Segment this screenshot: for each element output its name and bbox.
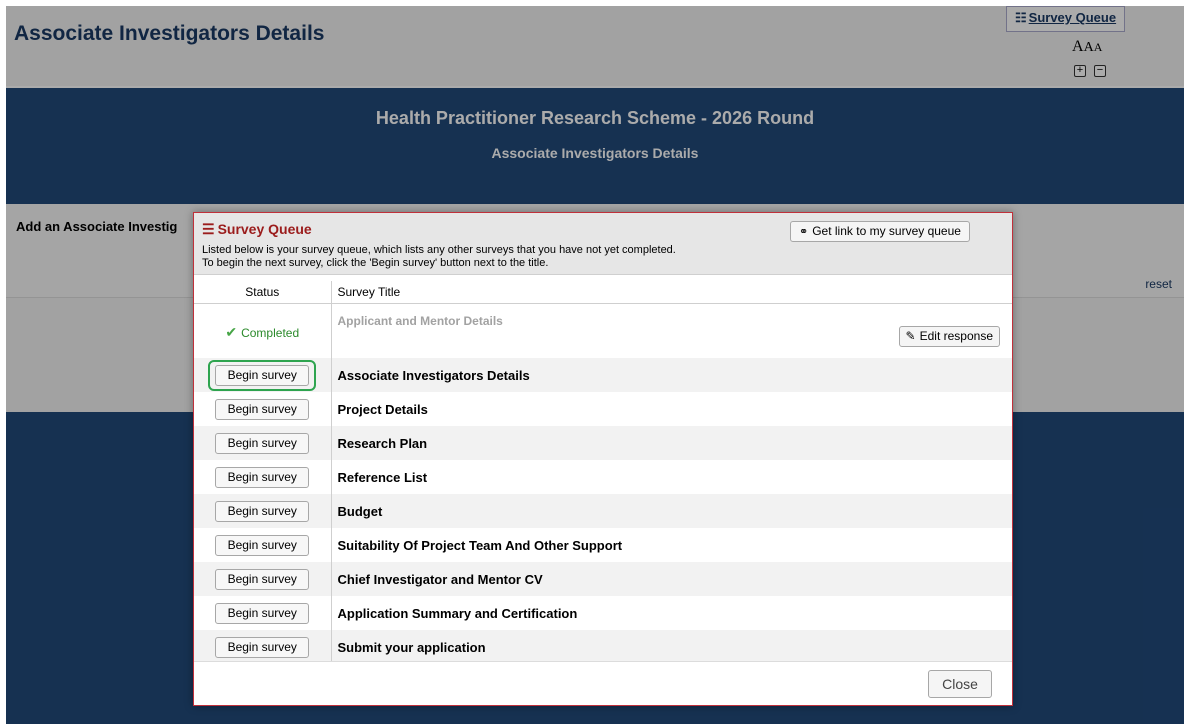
table-row: Begin survey Suitability Of Project Team… bbox=[194, 528, 1012, 562]
edit-response-label: Edit response bbox=[919, 328, 993, 343]
table-row: Begin survey Budget bbox=[194, 494, 1012, 528]
table-row: ✔ Completed Applicant and Mentor Details … bbox=[194, 303, 1012, 358]
survey-title: Applicant and Mentor Details bbox=[337, 313, 503, 328]
dialog-instructions-line1: Listed below is your survey queue, which… bbox=[202, 244, 676, 256]
completed-status: ✔ Completed bbox=[225, 324, 299, 341]
begin-survey-button[interactable]: Begin survey bbox=[215, 602, 310, 624]
table-row: Begin survey Application Summary and Cer… bbox=[194, 596, 1012, 630]
table-row: Begin survey Chief Investigator and Ment… bbox=[194, 562, 1012, 596]
survey-title: Reference List bbox=[337, 469, 428, 485]
dialog-header: ☰ Survey Queue Listed below is your surve… bbox=[194, 213, 1012, 275]
begin-survey-button[interactable]: Begin survey bbox=[215, 500, 310, 522]
survey-title: Chief Investigator and Mentor CV bbox=[337, 571, 543, 587]
begin-survey-button[interactable]: Begin survey bbox=[215, 466, 310, 488]
survey-title: Budget bbox=[337, 503, 383, 519]
begin-survey-button[interactable]: Begin survey bbox=[215, 636, 310, 658]
begin-survey-button[interactable]: Begin survey bbox=[215, 432, 310, 454]
get-link-button[interactable]: ⚭ Get link to my survey queue bbox=[790, 221, 970, 242]
highlight-box: Begin survey bbox=[208, 359, 317, 391]
pencil-icon: ✎ bbox=[905, 328, 916, 343]
dialog-title-text: Survey Queue bbox=[217, 221, 312, 237]
list-icon: ☰ bbox=[202, 221, 215, 237]
table-row: Begin survey Submit your application bbox=[194, 630, 1012, 664]
survey-title: Research Plan bbox=[337, 435, 428, 451]
close-button[interactable]: Close bbox=[928, 670, 992, 698]
dialog-instructions-line2: To begin the next survey, click the 'Beg… bbox=[202, 257, 549, 269]
dialog-title: ☰ Survey Queue bbox=[202, 221, 312, 238]
survey-title: Suitability Of Project Team And Other Su… bbox=[337, 537, 623, 553]
table-row: Begin survey Research Plan bbox=[194, 426, 1012, 460]
survey-queue-dialog: ☰ Survey Queue Listed below is your surve… bbox=[193, 212, 1013, 706]
table-row: Begin survey Project Details bbox=[194, 392, 1012, 426]
survey-title: Application Summary and Certification bbox=[337, 605, 578, 621]
survey-queue-table: Status Survey Title ✔ Completed Applicant… bbox=[194, 281, 1012, 664]
survey-title: Submit your application bbox=[337, 639, 486, 655]
page: Associate Investigators Details ☷ Survey … bbox=[6, 6, 1184, 724]
checkmark-icon: ✔ bbox=[225, 323, 238, 340]
get-link-label: Get link to my survey queue bbox=[812, 224, 961, 238]
column-header-title: Survey Title bbox=[331, 281, 1012, 304]
dialog-footer: Close bbox=[194, 661, 1012, 705]
begin-survey-button[interactable]: Begin survey bbox=[215, 398, 310, 420]
begin-survey-button[interactable]: Begin survey bbox=[215, 534, 310, 556]
begin-survey-button[interactable]: Begin survey bbox=[215, 364, 310, 386]
link-icon: ⚭ bbox=[799, 226, 809, 238]
table-row: Begin survey Reference List bbox=[194, 460, 1012, 494]
edit-response-button[interactable]: ✎ Edit response bbox=[898, 325, 1000, 347]
begin-survey-button[interactable]: Begin survey bbox=[215, 568, 310, 590]
completed-label: Completed bbox=[241, 325, 300, 340]
table-row: Begin survey Associate Investigators Det… bbox=[194, 358, 1012, 392]
survey-title: Project Details bbox=[337, 401, 428, 417]
survey-title: Associate Investigators Details bbox=[337, 367, 530, 383]
column-header-status: Status bbox=[194, 281, 332, 304]
